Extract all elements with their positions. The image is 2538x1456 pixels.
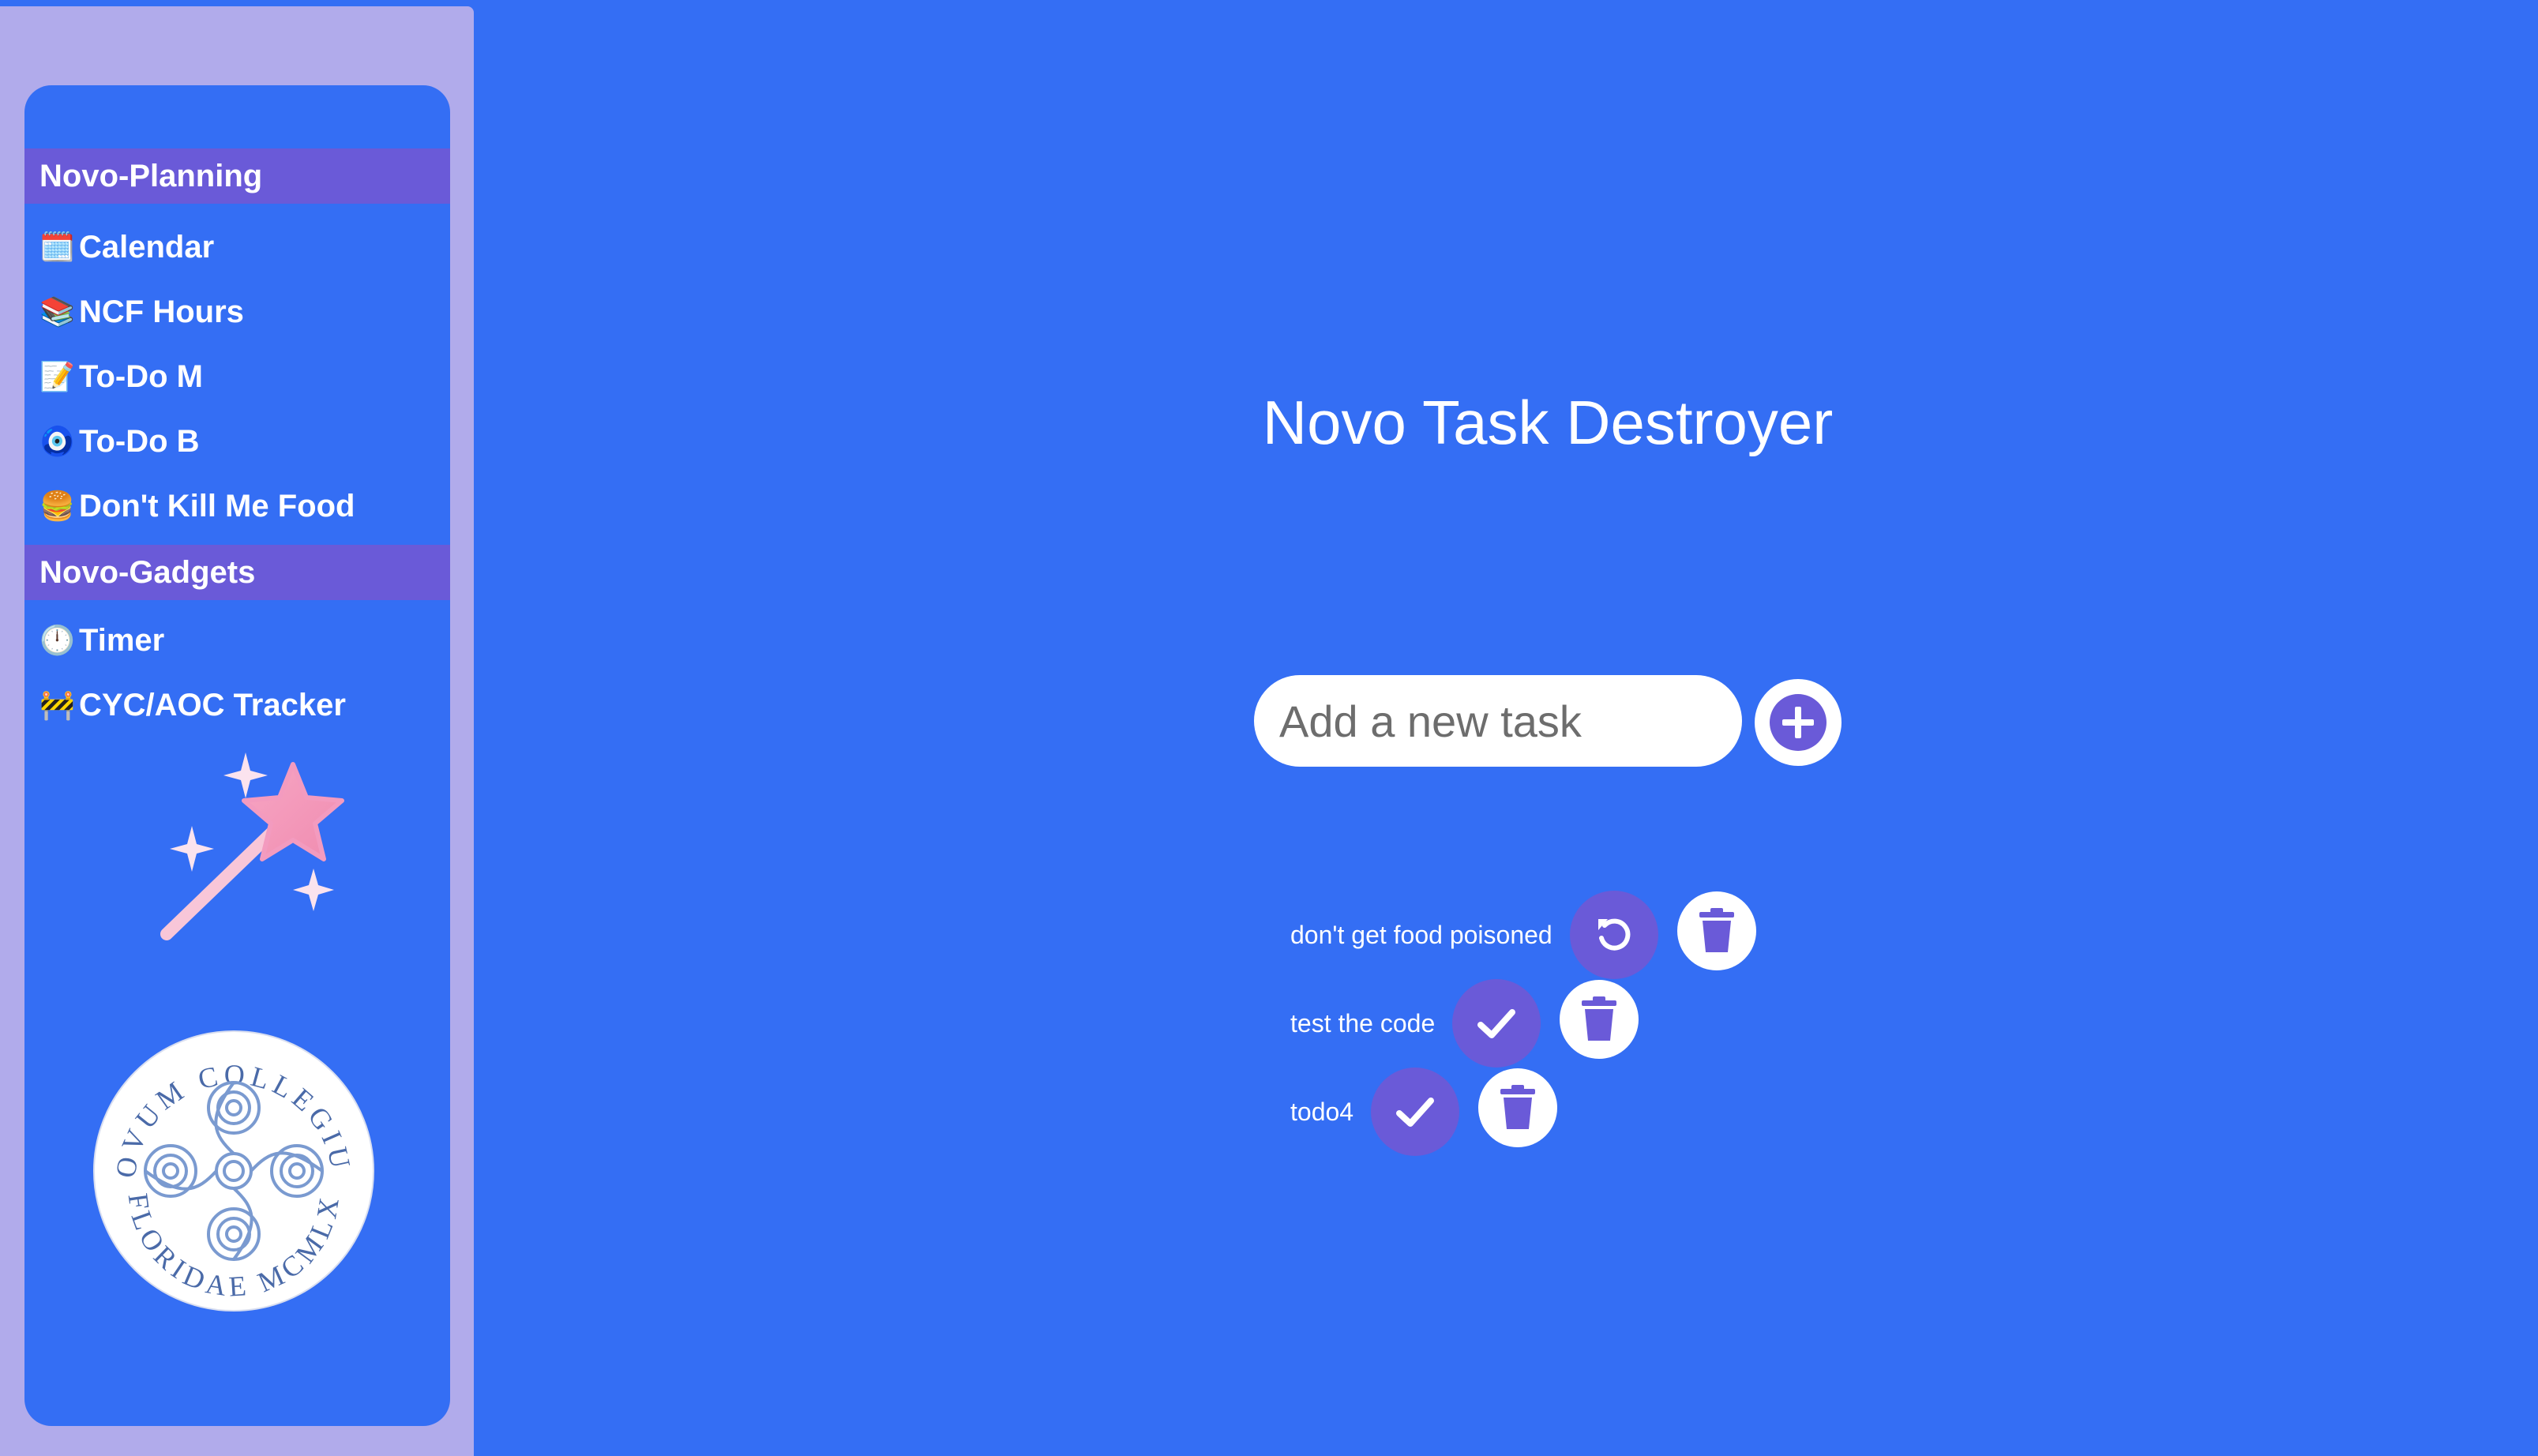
sidebar-item-ncf-hours[interactable]: 📚 NCF Hours <box>39 284 244 340</box>
complete-button[interactable] <box>1371 1068 1460 1156</box>
undo-icon <box>1598 918 1631 951</box>
list-item: todo4 <box>1290 1068 1558 1156</box>
calendar-icon: 🗓️ <box>39 231 75 263</box>
plus-circle-icon <box>1770 694 1827 751</box>
sidebar-item-label: Don't Kill Me Food <box>79 488 355 523</box>
trash-icon <box>1582 996 1617 1041</box>
college-seal-logo: NOVUM COLLEGIUM FLORIDAE MCMLX <box>88 1025 374 1312</box>
complete-button[interactable] <box>1452 979 1541 1068</box>
check-icon <box>1477 1009 1516 1038</box>
clock-icon: 🕛 <box>39 624 75 656</box>
sidebar-item-label: To-Do M <box>79 358 203 394</box>
sidebar-item-label: Timer <box>79 622 165 658</box>
sidebar-item-todo-b[interactable]: 🧿 To-Do B <box>39 414 200 469</box>
nazar-amulet-icon: 🧿 <box>39 425 75 457</box>
undo-button[interactable] <box>1569 891 1658 979</box>
list-item: don't get food poisoned <box>1290 891 1756 979</box>
check-icon <box>1396 1098 1435 1127</box>
sidebar: Novo-Planning 🗓️ Calendar 📚 NCF Hours 📝 … <box>24 85 450 1426</box>
section-header-novo-planning: Novo-Planning <box>24 148 450 204</box>
sidebar-item-label: CYC/AOC Tracker <box>79 687 346 722</box>
list-item: test the code <box>1290 979 1639 1068</box>
magic-wand-icon <box>160 752 344 940</box>
burger-icon: 🍔 <box>39 490 75 522</box>
page-title: Novo Task Destroyer <box>1262 388 1834 457</box>
trash-icon <box>1500 1085 1536 1129</box>
construction-sign-icon: 🚧 <box>39 689 75 721</box>
delete-button[interactable] <box>1560 980 1639 1059</box>
sidebar-item-label: Calendar <box>79 229 215 265</box>
memo-icon: 📝 <box>39 360 75 392</box>
sidebar-item-todo-m[interactable]: 📝 To-Do M <box>39 349 203 404</box>
books-icon: 📚 <box>39 295 75 328</box>
delete-button[interactable] <box>1676 891 1756 970</box>
sidebar-item-timer[interactable]: 🕛 Timer <box>39 613 164 668</box>
sidebar-item-label: To-Do B <box>79 423 200 459</box>
sidebar-item-label: NCF Hours <box>79 294 244 329</box>
sidebar-item-cyc-aoc-tracker[interactable]: 🚧 CYC/AOC Tracker <box>39 677 346 733</box>
todo-text: todo4 <box>1290 1097 1354 1126</box>
todo-text: don't get food poisoned <box>1290 920 1552 949</box>
sidebar-item-calendar[interactable]: 🗓️ Calendar <box>39 220 214 275</box>
add-task-button[interactable] <box>1755 679 1842 766</box>
todo-text: test the code <box>1290 1008 1436 1038</box>
section-header-novo-gadgets: Novo-Gadgets <box>24 545 450 600</box>
sidebar-item-dont-kill-me-food[interactable]: 🍔 Don't Kill Me Food <box>39 478 355 534</box>
delete-button[interactable] <box>1478 1068 1558 1147</box>
new-task-input[interactable] <box>1254 675 1742 767</box>
trash-icon <box>1699 908 1734 952</box>
